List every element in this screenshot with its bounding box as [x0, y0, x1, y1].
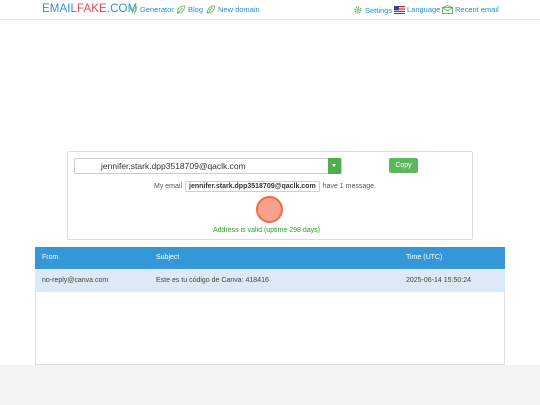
chevron-down-icon[interactable] [328, 158, 341, 174]
my-email-label: My email [154, 183, 183, 190]
status-indicator-circle [256, 196, 283, 223]
table-row[interactable]: no-reply@canva.com Este es tu código de … [35, 269, 505, 292]
nav-blog-label: Blog [188, 5, 204, 14]
nav-new-domain-label: New domain [218, 5, 260, 14]
nav-recent-email-label: Recent email [455, 5, 499, 14]
nav-language-label: Language [407, 5, 441, 14]
leaf-icon [176, 5, 186, 14]
nav-settings-label: Settings [365, 5, 393, 15]
nav-settings[interactable]: Settings [353, 5, 392, 15]
message-count-text: have 1 message. [322, 183, 376, 190]
logo-email-text: EMAIL [42, 3, 78, 15]
antenna-icon [129, 5, 138, 14]
my-email-value: jennifer.stark.dpp3518709@qaclk.com [185, 181, 320, 192]
nav-generator-label: Generator [140, 5, 174, 14]
nav-recent-email[interactable]: Recent email [442, 5, 499, 14]
email-address-select[interactable]: jennifer.stark.dpp3518709@qaclk.com [74, 158, 342, 174]
nav-blog[interactable]: Blog [176, 5, 203, 14]
inbox-table-header: From Subject Time (UTC) [35, 247, 505, 269]
nav-generator[interactable]: Generator [129, 5, 174, 14]
leaf-pen-icon [206, 5, 216, 14]
row-from: no-reply@canva.com [42, 277, 109, 284]
nav-language[interactable]: Language [394, 5, 440, 14]
footer-area [0, 365, 540, 405]
header-time: Time (UTC) [406, 254, 443, 261]
header-from: From [42, 254, 59, 261]
selected-email-text: jennifer.stark.dpp3518709@qaclk.com [101, 161, 246, 171]
top-navbar: EMAILFAKE.COM Generator Blog New domain … [0, 0, 540, 20]
nav-new-domain[interactable]: New domain [206, 5, 260, 14]
envelope-icon [442, 5, 453, 14]
site-logo[interactable]: EMAILFAKE.COM [42, 3, 137, 15]
copy-button[interactable]: Copy [389, 158, 418, 173]
address-valid-text: Address is valid (uptime 298 days) [213, 227, 320, 234]
row-time: 2025-06-14 15:50:24 [406, 277, 471, 284]
logo-fake-text: FAKE [77, 3, 107, 15]
header-subject: Subject [156, 254, 180, 261]
my-email-line: My email jennifer.stark.dpp3518709@qaclk… [154, 181, 376, 192]
row-subject: Este es tu código de Canva: 418416 [156, 277, 269, 284]
us-flag-icon [394, 5, 405, 14]
gear-icon [353, 5, 363, 15]
